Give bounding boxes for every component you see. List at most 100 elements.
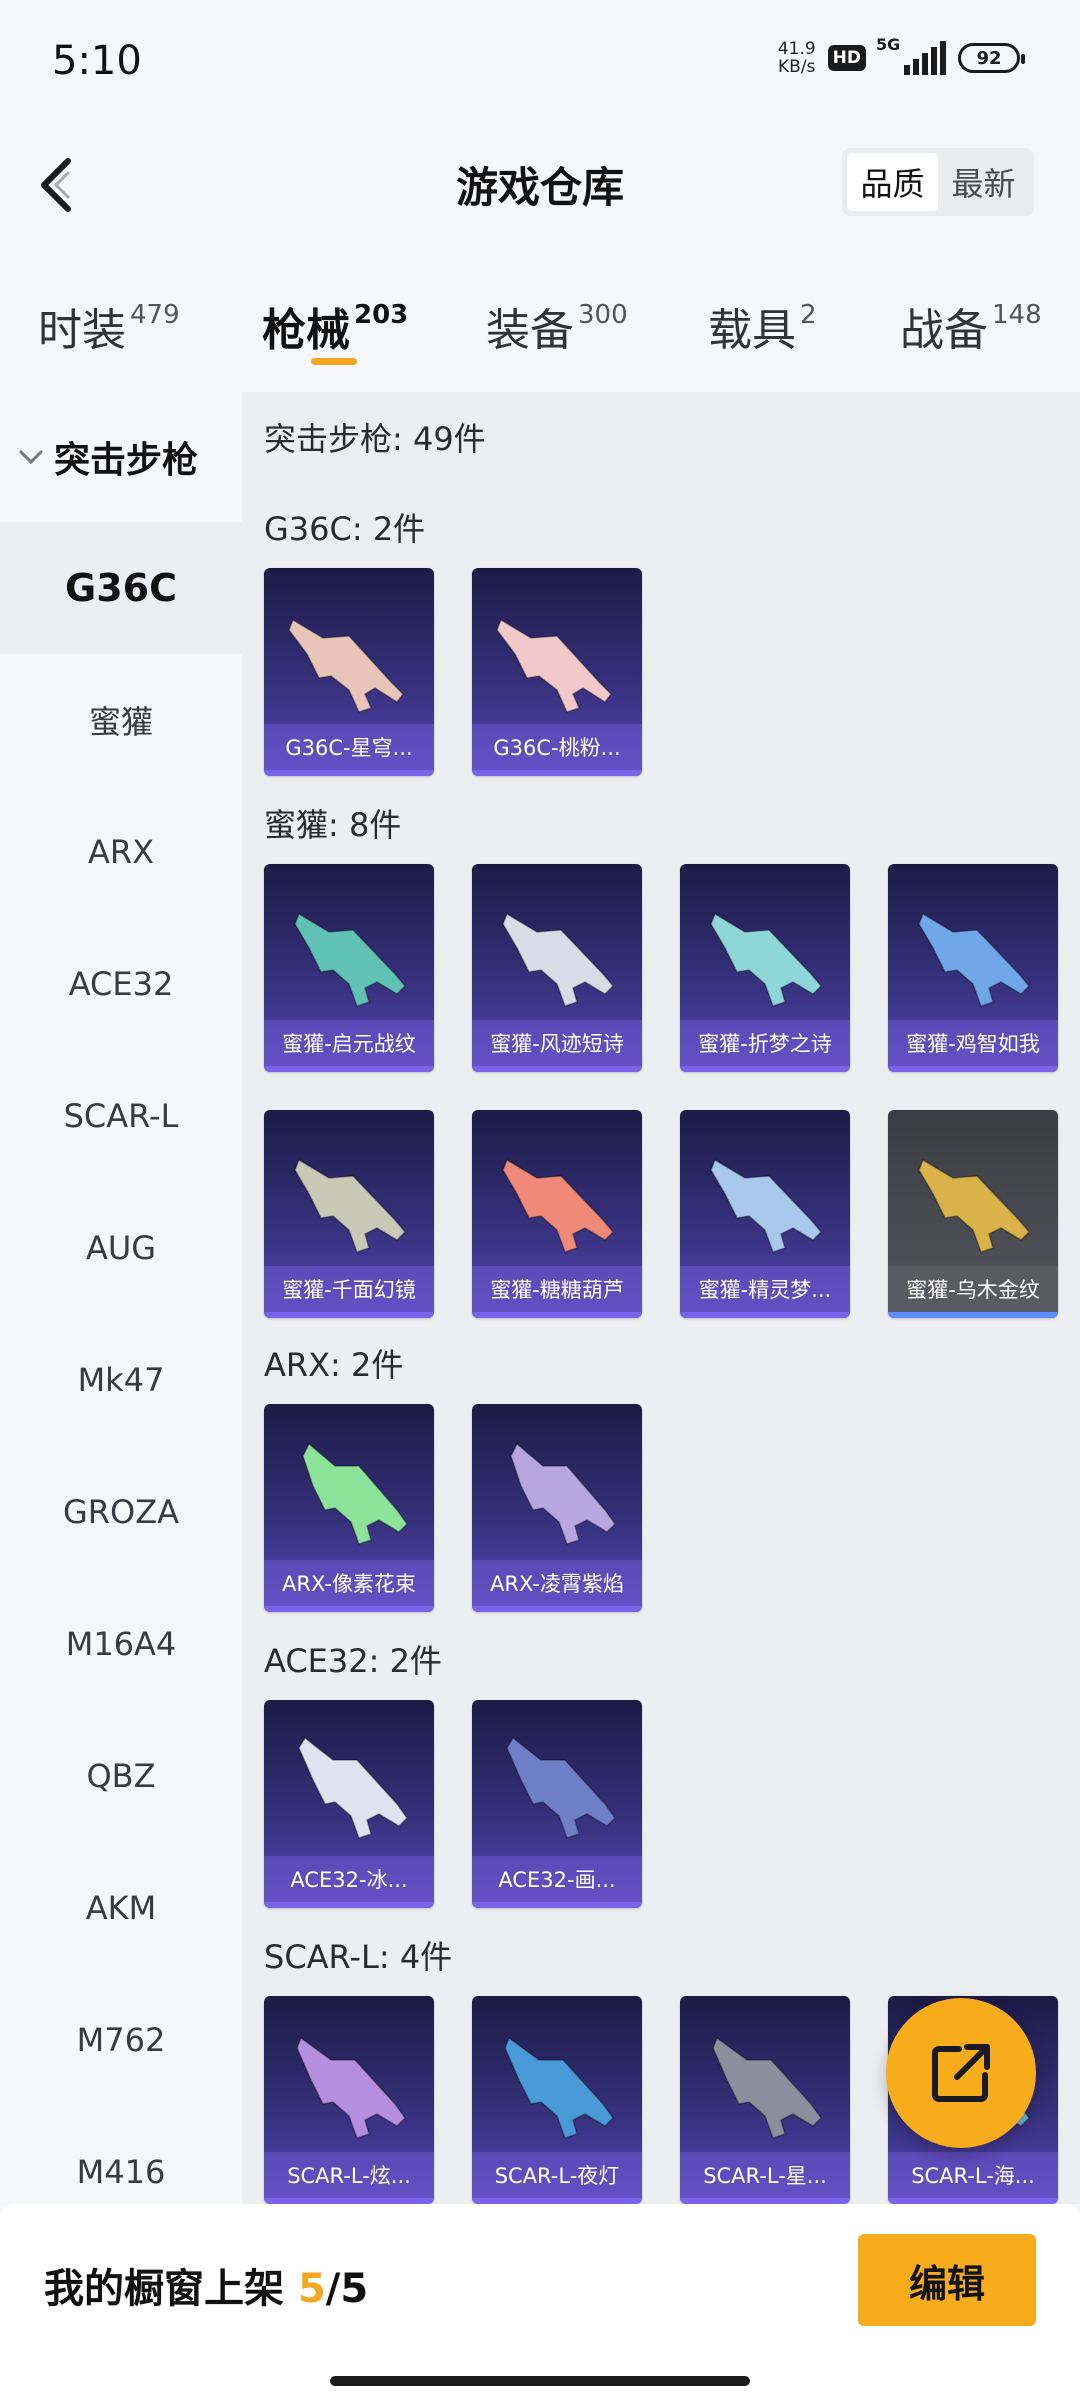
rifle-icon — [296, 2036, 406, 2139]
home-indicator[interactable] — [330, 2376, 750, 2386]
group-title-honey-badger: 蜜獾: 8件 — [264, 806, 402, 844]
skin-name: ARX-像素花束 — [264, 1560, 434, 1606]
skin-card[interactable]: G36C-星穹... — [264, 568, 434, 776]
skin-card[interactable]: G36C-桃粉... — [472, 568, 642, 776]
group-title-ace32: ACE32: 2件 — [264, 1642, 442, 1680]
skin-name: SCAR-L-夜灯 — [472, 2152, 642, 2198]
rifle-icon — [496, 618, 612, 713]
sidebar-item-g36c[interactable]: G36C — [0, 522, 242, 654]
sidebar-item-aug[interactable]: AUG — [0, 1182, 242, 1314]
rarity-strip — [472, 1606, 642, 1612]
sort-latest[interactable]: 最新 — [938, 153, 1029, 211]
rifle-icon — [918, 912, 1031, 1007]
skin-name: 蜜獾-糖糖葫芦 — [472, 1266, 642, 1312]
tab-equipment[interactable]: 装备 300 — [486, 294, 628, 358]
rifle-icon — [502, 912, 615, 1007]
rarity-strip — [472, 770, 642, 776]
share-button[interactable] — [886, 1998, 1036, 2148]
tab-gear[interactable]: 战备 148 — [900, 294, 1042, 358]
rifle-icon — [506, 1736, 616, 1839]
rarity-strip — [264, 1606, 434, 1612]
showcase-status: 我的橱窗上架 5/5 — [44, 2266, 369, 2312]
skin-card[interactable]: 蜜獾-精灵梦... — [680, 1110, 850, 1318]
rarity-strip — [888, 1066, 1058, 1072]
rifle-icon — [294, 912, 407, 1007]
skin-card[interactable]: 蜜獾-启元战纹 — [264, 864, 434, 1072]
skin-name: SCAR-L-海... — [888, 2152, 1058, 2198]
rifle-icon — [298, 1736, 408, 1839]
skin-name: G36C-星穹... — [264, 724, 434, 770]
skin-name: SCAR-L-炫... — [264, 2152, 434, 2198]
rifle-icon — [710, 912, 823, 1007]
status-icons: 41.9 KB/s HD 5G 92 — [777, 35, 1025, 77]
sidebar-item-m416[interactable]: M416 — [0, 2106, 242, 2204]
rarity-strip — [264, 1312, 434, 1318]
sidebar-item-m762[interactable]: M762 — [0, 1974, 242, 2106]
sidebar-category[interactable]: 突击步枪 — [0, 392, 242, 522]
skin-card[interactable]: 蜜獾-折梦之诗 — [680, 864, 850, 1072]
skin-card[interactable]: ARX-凌霄紫焰 — [472, 1404, 642, 1612]
sidebar-item-scar-l[interactable]: SCAR-L — [0, 1050, 242, 1182]
share-external-icon — [932, 2044, 990, 2102]
tab-firearms[interactable]: 枪械 203 — [262, 294, 408, 358]
sidebar-item-ace32[interactable]: ACE32 — [0, 918, 242, 1050]
weapon-grid-panel[interactable]: 突击步枪: 49件 G36C: 2件 蜜獾: 8件 ARX: 2件 ACE32:… — [242, 392, 1080, 2204]
rifle-icon — [510, 1442, 616, 1545]
rifle-icon — [504, 2036, 614, 2139]
skin-card[interactable]: 蜜獾-千面幻镜 — [264, 1110, 434, 1318]
status-time: 5:10 — [52, 38, 142, 84]
tab-fashion[interactable]: 时装 479 — [38, 294, 180, 358]
rarity-strip — [472, 1066, 642, 1072]
rarity-strip — [680, 1312, 850, 1318]
skin-name: 蜜獾-鸡智如我 — [888, 1020, 1058, 1066]
rifle-icon — [918, 1158, 1031, 1253]
weapon-sidebar: 突击步枪 G36C 蜜獾 ARX ACE32 SCAR-L AUG Mk47 G… — [0, 392, 242, 2204]
chevron-down-icon — [19, 450, 43, 465]
status-bar: 5:10 41.9 KB/s HD 5G 92 — [0, 0, 1080, 120]
sidebar-item-mk47[interactable]: Mk47 — [0, 1314, 242, 1446]
sidebar-item-arx[interactable]: ARX — [0, 786, 242, 918]
group-title-scar-l: SCAR-L: 4件 — [264, 1938, 453, 1976]
sort-quality[interactable]: 品质 — [847, 153, 938, 211]
skin-card[interactable]: 蜜獾-乌木金纹 — [888, 1110, 1058, 1318]
signal-icon: 5G — [876, 35, 946, 75]
sort-toggle: 品质 最新 — [842, 148, 1034, 216]
group-title-g36c: G36C: 2件 — [264, 510, 426, 548]
rarity-strip — [472, 1902, 642, 1908]
skin-card[interactable]: 蜜獾-风迹短诗 — [472, 864, 642, 1072]
skin-card[interactable]: SCAR-L-星... — [680, 1996, 850, 2204]
rarity-strip — [888, 1312, 1058, 1318]
rarity-strip — [264, 1902, 434, 1908]
skin-card[interactable]: 蜜獾-糖糖葫芦 — [472, 1110, 642, 1318]
header: 游戏仓库 品质 最新 — [0, 130, 1080, 240]
sidebar-item-akm[interactable]: AKM — [0, 1842, 242, 1974]
rifle-icon — [712, 2036, 822, 2139]
rifle-icon — [502, 1158, 615, 1253]
sidebar-item-groza[interactable]: GROZA — [0, 1446, 242, 1578]
showcase-bar: 我的橱窗上架 5/5 编辑 — [0, 2204, 1080, 2400]
skin-card[interactable]: ARX-像素花束 — [264, 1404, 434, 1612]
skin-name: 蜜獾-折梦之诗 — [680, 1020, 850, 1066]
skin-name: 蜜獾-风迹短诗 — [472, 1020, 642, 1066]
rifle-icon — [302, 1442, 408, 1545]
network-speed: 41.9 KB/s — [777, 39, 816, 77]
skin-card[interactable]: ACE32-画... — [472, 1700, 642, 1908]
active-tab-indicator — [311, 358, 357, 365]
skin-card[interactable]: SCAR-L-夜灯 — [472, 1996, 642, 2204]
rarity-strip — [680, 1066, 850, 1072]
sidebar-item-honey-badger[interactable]: 蜜獾 — [0, 654, 242, 786]
edit-button[interactable]: 编辑 — [858, 2234, 1036, 2326]
rifle-icon — [288, 618, 404, 713]
sidebar-item-qbz[interactable]: QBZ — [0, 1710, 242, 1842]
tab-vehicles[interactable]: 载具 2 — [708, 294, 817, 358]
sidebar-item-m16a4[interactable]: M16A4 — [0, 1578, 242, 1710]
skin-card[interactable]: ACE32-冰... — [264, 1700, 434, 1908]
hd-icon: HD — [827, 45, 866, 71]
skin-card[interactable]: SCAR-L-炫... — [264, 1996, 434, 2204]
rarity-strip — [264, 770, 434, 776]
category-tabs: 时装 479 枪械 203 装备 300 载具 2 战备 148 — [0, 280, 1080, 380]
skin-name: 蜜獾-精灵梦... — [680, 1266, 850, 1312]
skin-card[interactable]: 蜜獾-鸡智如我 — [888, 864, 1058, 1072]
group-title-arx: ARX: 2件 — [264, 1346, 404, 1384]
battery-icon: 92 — [958, 43, 1025, 73]
